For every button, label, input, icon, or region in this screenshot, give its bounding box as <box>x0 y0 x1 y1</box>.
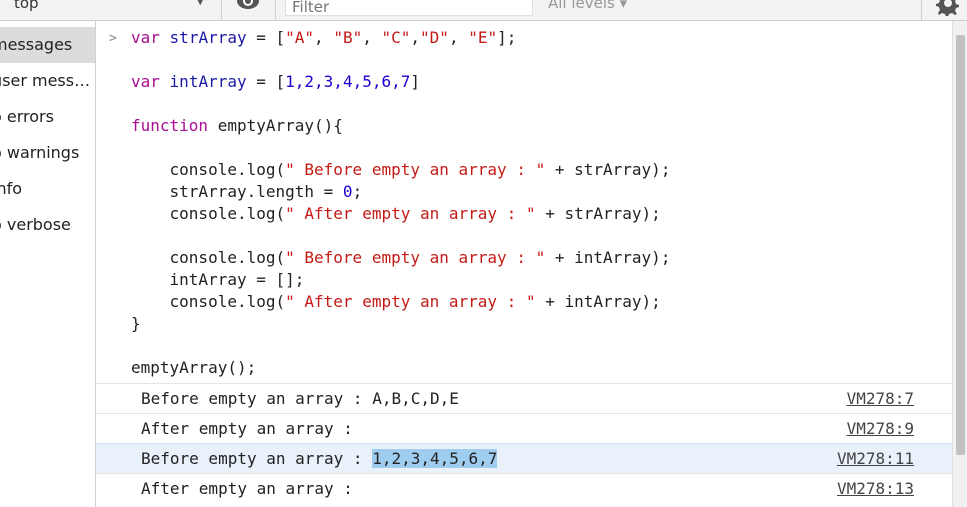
code-line: strArray.length = 0; <box>131 182 363 201</box>
prompt-chevron-icon: > <box>109 31 117 46</box>
code-line: intArray = []; <box>131 270 305 289</box>
code-line: console.log(" After empty an array : " +… <box>131 204 661 223</box>
selected-text: 1,2,3,4,5,6,7 <box>372 449 498 468</box>
log-row-selected[interactable]: Before empty an array : 1,2,3,4,5,6,7 VM… <box>96 443 952 474</box>
log-message: After empty an array : <box>141 419 363 438</box>
log-source-link[interactable]: VM278:11 <box>837 444 914 473</box>
sidebar-item-user-messages[interactable]: user mess… <box>0 63 95 99</box>
code-line: var strArray = ["A", "B", "C","D", "E"]; <box>131 28 517 47</box>
code-line: function emptyArray(){ <box>131 116 343 135</box>
gear-icon[interactable] <box>934 0 960 16</box>
filter-input[interactable] <box>286 0 522 16</box>
context-selector[interactable]: top <box>14 0 39 12</box>
sidebar-item-warnings[interactable]: o warnings <box>0 135 95 171</box>
log-message: Before empty an array : A,B,C,D,E <box>141 389 459 408</box>
eye-icon[interactable] <box>236 0 260 11</box>
toolbar-divider <box>921 0 922 20</box>
toolbar-divider <box>221 0 222 20</box>
log-source-link[interactable]: VM278:7 <box>847 384 914 413</box>
sidebar-item-messages[interactable]: messages <box>0 27 95 63</box>
log-levels-dropdown[interactable]: All levels ▾ <box>548 0 627 12</box>
sidebar-item-verbose[interactable]: o verbose <box>0 207 95 243</box>
code-line: } <box>131 314 141 333</box>
code-line: var intArray = [1,2,3,4,5,6,7] <box>131 72 421 91</box>
log-source-link[interactable]: VM278:13 <box>837 474 914 503</box>
console-output[interactable]: > var strArray = ["A", "B", "C","D", "E"… <box>96 21 952 507</box>
console-scrollbar[interactable] <box>952 21 967 507</box>
log-row[interactable]: After empty an array : VM278:9 <box>96 413 952 443</box>
log-row[interactable]: Before empty an array : A,B,C,D,E VM278:… <box>96 383 952 413</box>
scrollbar-thumb[interactable] <box>956 35 965 455</box>
filter-field[interactable] <box>285 0 533 16</box>
chevron-down-icon[interactable]: ▼ <box>196 0 204 7</box>
code-line: emptyArray(); <box>131 358 257 377</box>
log-message: Before empty an array : 1,2,3,4,5,6,7 <box>141 449 498 468</box>
toolbar-divider <box>275 0 276 20</box>
code-line: console.log(" Before empty an array : " … <box>131 248 671 267</box>
log-source-link[interactable]: VM278:9 <box>847 414 914 443</box>
console-toolbar: top ▼ All levels ▾ <box>0 0 967 21</box>
code-line: console.log(" Before empty an array : " … <box>131 160 671 179</box>
code-line: console.log(" After empty an array : " +… <box>131 292 661 311</box>
console-sidebar: messages user mess… o errors o warnings … <box>0 21 96 507</box>
sidebar-item-info[interactable]: info <box>0 171 95 207</box>
log-row[interactable]: After empty an array : VM278:13 <box>96 473 952 503</box>
sidebar-item-errors[interactable]: o errors <box>0 99 95 135</box>
log-message: After empty an array : <box>141 479 363 498</box>
